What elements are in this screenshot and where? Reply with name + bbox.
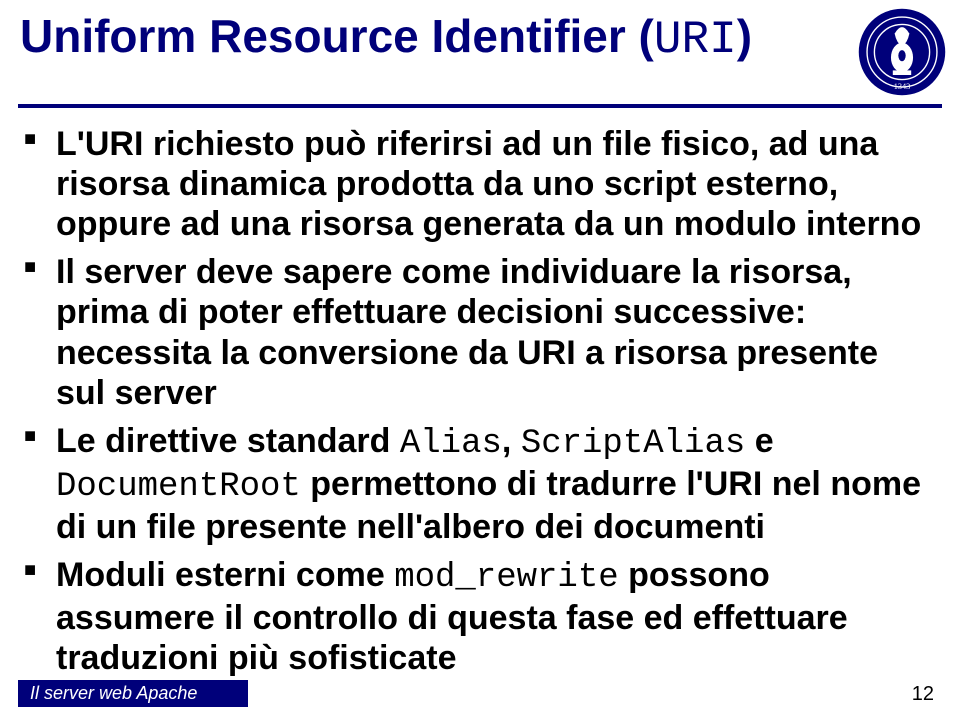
- title-text-pre: Uniform Resource Identifier (: [20, 10, 654, 62]
- slide: Uniform Resource Identifier (URI) 1343 L…: [0, 0, 960, 720]
- bullet-item: L'URI richiesto può riferirsi ad un file…: [52, 124, 928, 244]
- page-number: 12: [912, 683, 934, 706]
- text-span: Le direttive standard: [56, 422, 400, 460]
- text-span: L'URI richiesto può riferirsi ad un file…: [56, 125, 921, 243]
- title-text-mono: URI: [654, 14, 737, 66]
- text-span: Moduli esterni come: [56, 556, 394, 594]
- seal-year: 1343: [894, 82, 911, 91]
- slide-footer: Il server web Apache 12: [0, 680, 960, 708]
- code-span: ScriptAlias: [521, 425, 745, 463]
- code-span: mod_rewrite: [394, 559, 618, 597]
- university-seal-icon: 1343: [856, 6, 948, 98]
- text-span: Il server deve sapere come individuare l…: [56, 253, 878, 411]
- slide-header: Uniform Resource Identifier (URI) 1343: [0, 0, 960, 108]
- bullet-list: L'URI richiesto può riferirsi ad un file…: [52, 124, 928, 678]
- slide-body: L'URI richiesto può riferirsi ad un file…: [0, 108, 960, 678]
- bullet-item: Le direttive standard Alias, ScriptAlias…: [52, 421, 928, 547]
- bullet-item: Moduli esterni come mod_rewrite possono …: [52, 555, 928, 678]
- header-rule: [18, 104, 942, 108]
- title-text-post: ): [737, 10, 752, 62]
- bullet-item: Il server deve sapere come individuare l…: [52, 252, 928, 412]
- text-span: ,: [502, 422, 521, 460]
- footer-bar: Il server web Apache: [18, 680, 248, 707]
- text-span: e: [745, 422, 773, 460]
- code-span: DocumentRoot: [56, 468, 301, 506]
- slide-title: Uniform Resource Identifier (URI): [20, 12, 940, 64]
- code-span: Alias: [400, 425, 502, 463]
